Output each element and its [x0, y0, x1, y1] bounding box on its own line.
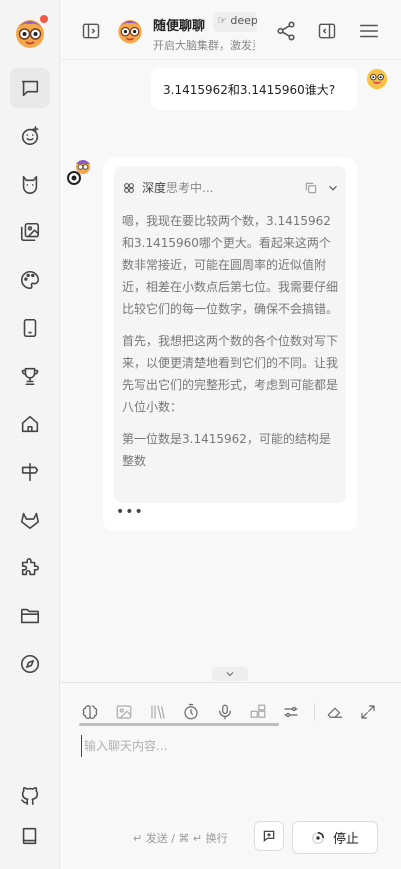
gallery-icon: [20, 222, 40, 242]
trophy-icon: [21, 367, 39, 386]
cat-icon: [22, 175, 38, 194]
user-avatar[interactable]: [366, 68, 388, 90]
nav-gitlab[interactable]: [10, 500, 50, 540]
chevron-down-icon: [226, 672, 234, 677]
plugin-icon: [250, 704, 266, 718]
share-button[interactable]: [275, 20, 297, 46]
timer-icon: [184, 703, 198, 720]
nav-gallery[interactable]: [10, 212, 50, 252]
panel-right-icon: [318, 23, 336, 39]
sidebar: [0, 0, 60, 869]
plugins-button[interactable]: [247, 701, 269, 723]
home-icon: [21, 415, 39, 433]
deepthink-icon: [124, 182, 134, 193]
settings-sliders-button[interactable]: [280, 701, 302, 723]
nav-signpost[interactable]: [10, 452, 50, 492]
stop-loading-icon: [312, 831, 324, 844]
nav-github[interactable]: [10, 776, 50, 816]
model-icon: ☞: [217, 14, 227, 27]
image-icon: [116, 705, 132, 719]
mobile-icon: [23, 318, 37, 338]
expand-composer-button[interactable]: [357, 701, 379, 723]
thinking-paragraph: 第一位数是3.1415962，可能的结构是整数: [122, 432, 331, 468]
collapse-thinking-button[interactable]: [326, 180, 340, 199]
thinking-brand: 深度: [142, 181, 167, 195]
library-icon: [151, 705, 165, 719]
folder-icon: [20, 608, 40, 624]
chat-icon: [21, 80, 39, 97]
thinking-state: 思考中...: [166, 181, 214, 195]
sidebar-panel-icon: [82, 23, 100, 39]
chat-subtitle: 开启大脑集群，激发灵感: [153, 39, 255, 52]
voice-input-button[interactable]: [214, 701, 236, 723]
menu-button[interactable]: [358, 20, 380, 46]
nav-chat[interactable]: [10, 68, 50, 108]
knowledge-base-button[interactable]: [147, 701, 169, 723]
thinking-content: 嗯，我现在要比较两个数，3.1415962和3.1415960哪个更大。看起来这…: [122, 210, 338, 482]
upload-image-button[interactable]: [113, 701, 135, 723]
nav-plugins[interactable]: [10, 548, 50, 588]
model-name: deepseek: [230, 14, 257, 27]
nav-agents[interactable]: [10, 164, 50, 204]
share-icon: [277, 21, 295, 41]
menu-icon: [359, 24, 379, 38]
nav-assistants[interactable]: [10, 116, 50, 156]
nav-files[interactable]: [10, 596, 50, 636]
signpost-icon: [21, 462, 39, 482]
stop-button[interactable]: 停止: [292, 821, 378, 854]
copy-button[interactable]: [304, 180, 318, 199]
nav-paint[interactable]: [10, 260, 50, 300]
fox-icon: [20, 512, 40, 530]
message-plus-icon: [263, 830, 275, 842]
bot-message-card: 深度思考中... 嗯，我现在要比较两个数，3.1415962和3.1415960…: [103, 158, 357, 531]
scroll-to-bottom-button[interactable]: [212, 667, 248, 681]
model-tag[interactable]: ☞ deepseek: [213, 12, 257, 32]
palette-icon: [21, 270, 40, 290]
notification-dot: [40, 15, 48, 23]
stop-label: 停止: [332, 832, 359, 847]
toolbar-scrollbar[interactable]: [79, 723, 279, 726]
chevron-down-icon: [329, 185, 337, 191]
chat-title: 随便聊聊: [153, 19, 206, 34]
expand-icon: [361, 705, 375, 719]
book-icon: [22, 827, 37, 845]
send-shortcut-hint: ↵ 发送 / ⌘ ↵ 换行: [133, 832, 228, 845]
chat-input[interactable]: [81, 735, 381, 757]
bot-avatar[interactable]: [66, 158, 94, 186]
toggle-sidebar-button[interactable]: [81, 21, 101, 45]
nav-trophy[interactable]: [10, 356, 50, 396]
copy-icon: [305, 182, 317, 194]
sliders-icon: [284, 706, 298, 718]
thinking-panel: 深度思考中... 嗯，我现在要比较两个数，3.1415962和3.1415960…: [114, 166, 346, 503]
chat-composer: ↵ 发送 / ⌘ ↵ 换行 停止: [61, 682, 401, 869]
brain-icon: [82, 705, 98, 719]
nav-mobile[interactable]: [10, 308, 50, 348]
eraser-icon: [327, 707, 343, 718]
toolbar-divider: [314, 703, 315, 721]
typing-indicator: •••: [116, 504, 144, 520]
clear-context-button[interactable]: [324, 701, 346, 723]
assistant-avatar[interactable]: [115, 15, 145, 45]
thinking-paragraph: 首先，我想把这两个数的各个位数对写下来，以便更清楚地看到它们的不同。让我先写出它…: [122, 334, 339, 414]
user-message-bubble: 3.1415962和3.1415960谁大?: [151, 68, 357, 110]
mic-icon: [219, 704, 231, 720]
nav-discover[interactable]: [10, 644, 50, 684]
smiley-add-icon: [21, 126, 39, 146]
compass-icon: [20, 654, 40, 674]
puzzle-icon: [21, 558, 40, 576]
nav-docs[interactable]: [10, 816, 50, 856]
timer-button[interactable]: [180, 701, 202, 723]
thinking-paragraph: 嗯，我现在要比较两个数，3.1415962和3.1415960哪个更大。看起来这…: [122, 214, 339, 316]
nav-home[interactable]: [10, 404, 50, 444]
insert-message-button[interactable]: [254, 821, 284, 851]
github-icon: [20, 787, 39, 806]
user-message-text: 3.1415962和3.1415960谁大?: [163, 82, 336, 97]
chat-header: 随便聊聊 ☞ deepseek 开启大脑集群，激发灵感: [61, 0, 401, 60]
deep-think-toggle[interactable]: [79, 701, 101, 723]
thinking-header[interactable]: 深度思考中...: [122, 179, 213, 196]
toggle-panel-button[interactable]: [317, 21, 337, 45]
